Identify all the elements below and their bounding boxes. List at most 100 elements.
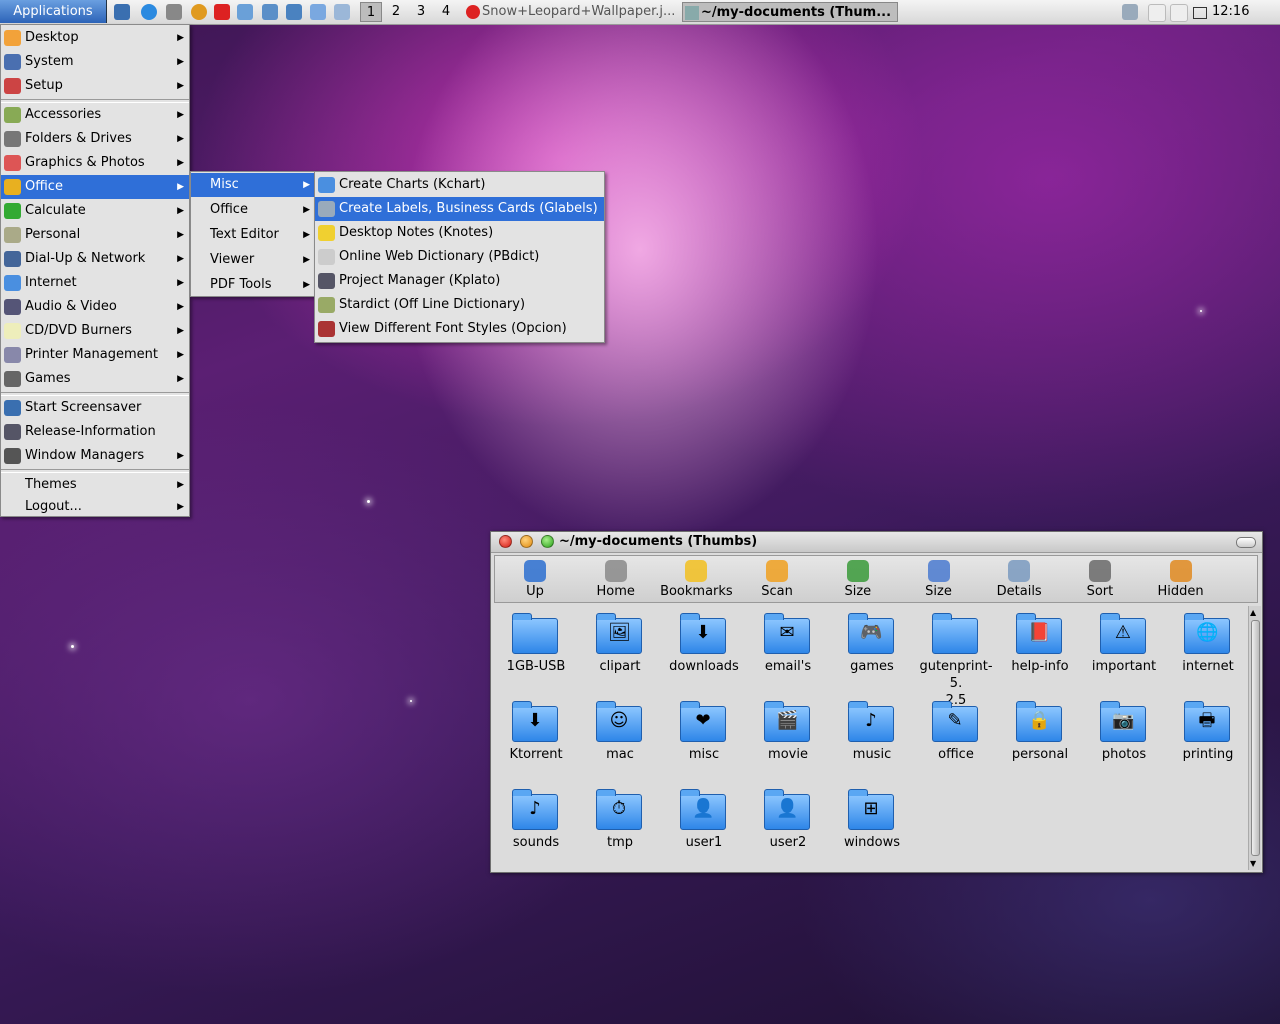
toolbar-size-increase-button[interactable]: Size: [818, 556, 898, 602]
toolbar-sort-button[interactable]: Sort: [1060, 556, 1140, 602]
menu-item-office[interactable]: Office ▶: [1, 175, 189, 199]
menu-item-games[interactable]: Games ▶: [1, 367, 189, 391]
folder-item-ktorrent[interactable]: ⬇ Ktorrent: [494, 696, 578, 782]
menu-item-graphics-photos[interactable]: Graphics & Photos ▶: [1, 151, 189, 175]
menu-item-release-information[interactable]: Release-Information: [1, 420, 189, 444]
workspace-3[interactable]: 3: [410, 2, 432, 22]
toolbar-scan-button[interactable]: Scan: [737, 556, 817, 602]
folder-icon: [512, 612, 558, 654]
tray-network-icon[interactable]: [1122, 4, 1138, 20]
folder-item-internet[interactable]: 🌐 internet: [1166, 608, 1250, 694]
browser-icon[interactable]: [141, 4, 157, 20]
up-icon[interactable]: [310, 4, 326, 20]
menu-item-start-screensaver[interactable]: Start Screensaver: [1, 396, 189, 420]
menu-item-accessories[interactable]: Accessories ▶: [1, 103, 189, 127]
folder-item-clipart[interactable]: 🖼 clipart: [578, 608, 662, 694]
window-titlebar[interactable]: ~/my-documents (Thumbs): [491, 532, 1262, 553]
applications-button[interactable]: Applications: [0, 0, 107, 23]
folder-item-tmp[interactable]: ⏱ tmp: [578, 784, 662, 870]
folder-item-sounds[interactable]: ♪ sounds: [494, 784, 578, 870]
scroll-thumb[interactable]: [1251, 620, 1260, 856]
folder-item-movie[interactable]: 🎬 movie: [746, 696, 830, 782]
window-managers-icon: [4, 448, 21, 464]
menu-item-personal[interactable]: Personal ▶: [1, 223, 189, 247]
workspace-4[interactable]: 4: [435, 2, 457, 22]
network-tool-icon[interactable]: [237, 4, 253, 20]
minimize-button[interactable]: [520, 535, 533, 548]
folder-item-mac[interactable]: ☺ mac: [578, 696, 662, 782]
folder-item-windows[interactable]: ⊞ windows: [830, 784, 914, 870]
misc-item-view-different-font-styles-opcion[interactable]: View Different Font Styles (Opcion): [315, 317, 604, 341]
folder-label: office: [938, 747, 974, 762]
folder-item-photos[interactable]: 📷 photos: [1082, 696, 1166, 782]
clock[interactable]: 12:16: [1212, 0, 1249, 24]
folder-item-help-info[interactable]: 📕 help-info: [998, 608, 1082, 694]
folder-item-games[interactable]: 🎮 games: [830, 608, 914, 694]
menu-item-printer-management[interactable]: Printer Management ▶: [1, 343, 189, 367]
shade-button[interactable]: [1236, 537, 1256, 548]
menu-item-internet[interactable]: Internet ▶: [1, 271, 189, 295]
office-submenu-item-viewer[interactable]: Viewer ▶: [191, 248, 315, 272]
scroll-down-arrow[interactable]: ▼: [1250, 859, 1256, 868]
menu-item-window-managers[interactable]: Window Managers ▶: [1, 444, 189, 468]
tray-blank-icon[interactable]: [1170, 4, 1188, 22]
menu-item-calculate[interactable]: Calculate ▶: [1, 199, 189, 223]
folder-item-1gb-usb[interactable]: 1GB-USB: [494, 608, 578, 694]
opera-icon[interactable]: [214, 4, 230, 20]
tray-blank-icon[interactable]: [1148, 4, 1166, 22]
menu-item-system[interactable]: System ▶: [1, 50, 189, 74]
folder-item-music[interactable]: ♪ music: [830, 696, 914, 782]
office-submenu-item-misc[interactable]: Misc ▶: [191, 173, 315, 197]
workspace-2[interactable]: 2: [385, 2, 407, 22]
volume-icon[interactable]: [166, 4, 182, 20]
folder-item-gutenprint-5-2-5[interactable]: gutenprint-5. 2.5: [914, 608, 998, 708]
folder-item-misc[interactable]: ❤ misc: [662, 696, 746, 782]
misc-item-desktop-notes-knotes[interactable]: Desktop Notes (Knotes): [315, 221, 604, 245]
desktop-icon[interactable]: [114, 4, 130, 20]
toolbar-hidden-button[interactable]: Hidden: [1141, 556, 1221, 602]
mail-icon[interactable]: [1193, 7, 1207, 19]
menu-item-logout[interactable]: Logout... ▶: [1, 495, 189, 519]
folder-item-user1[interactable]: 👤 user1: [662, 784, 746, 870]
folder-item-office[interactable]: ✎ office: [914, 696, 998, 782]
menu-item-desktop[interactable]: Desktop ▶: [1, 26, 189, 50]
misc-item-create-labels-business-cards-glabels[interactable]: Create Labels, Business Cards (Glabels): [315, 197, 604, 221]
toolbar-details-button[interactable]: Details: [979, 556, 1059, 602]
menu-item-dial-up-network[interactable]: Dial-Up & Network ▶: [1, 247, 189, 271]
media-icon[interactable]: [191, 4, 207, 20]
toolbar-bookmarks-button[interactable]: Bookmarks: [656, 556, 736, 602]
misc-item-project-manager-kplato[interactable]: Project Manager (Kplato): [315, 269, 604, 293]
folder-item-downloads[interactable]: ⬇ downloads: [662, 608, 746, 694]
folder-item-important[interactable]: ⚠ important: [1082, 608, 1166, 694]
network-tool-icon[interactable]: [286, 4, 302, 20]
menu-item-cd-dvd-burners[interactable]: CD/DVD Burners ▶: [1, 319, 189, 343]
office-submenu-item-office[interactable]: Office ▶: [191, 198, 315, 222]
folder-shape: [932, 613, 978, 654]
menu-item-themes[interactable]: Themes ▶: [1, 473, 189, 497]
vertical-scrollbar[interactable]: ▲ ▼: [1248, 606, 1261, 870]
taskbar-item-wallpaper[interactable]: Snow+Leopard+Wallpaper.j...: [464, 2, 678, 22]
office-submenu-item-text-editor[interactable]: Text Editor ▶: [191, 223, 315, 247]
window-icon[interactable]: [334, 4, 350, 20]
taskbar-item-my-documents[interactable]: ~/my-documents (Thum...: [682, 2, 898, 22]
network-tool-icon[interactable]: [262, 4, 278, 20]
office-submenu-item-pdf-tools[interactable]: PDF Tools ▶: [191, 273, 315, 297]
maximize-button[interactable]: [541, 535, 554, 548]
menu-item-folders-drives[interactable]: Folders & Drives ▶: [1, 127, 189, 151]
toolbar-size-decrease-button[interactable]: Size: [899, 556, 979, 602]
misc-item-online-web-dictionary-pbdict[interactable]: Online Web Dictionary (PBdict): [315, 245, 604, 269]
toolbar-home-button[interactable]: Home: [576, 556, 656, 602]
close-button[interactable]: [499, 535, 512, 548]
misc-item-create-charts-kchart[interactable]: Create Charts (Kchart): [315, 173, 604, 197]
toolbar-up-button[interactable]: Up: [495, 556, 575, 602]
folder-item-printing[interactable]: 🖶 printing: [1166, 696, 1250, 782]
menu-item-audio-video[interactable]: Audio & Video ▶: [1, 295, 189, 319]
misc-item-stardict-off-line-dictionary[interactable]: Stardict (Off Line Dictionary): [315, 293, 604, 317]
scroll-up-arrow[interactable]: ▲: [1250, 608, 1256, 617]
folder-item-email-s[interactable]: ✉ email's: [746, 608, 830, 694]
folder-item-user2[interactable]: 👤 user2: [746, 784, 830, 870]
folder-label: windows: [843, 835, 901, 850]
folder-item-personal[interactable]: 🔒 personal: [998, 696, 1082, 782]
workspace-1[interactable]: 1: [360, 2, 382, 22]
menu-item-setup[interactable]: Setup ▶: [1, 74, 189, 98]
